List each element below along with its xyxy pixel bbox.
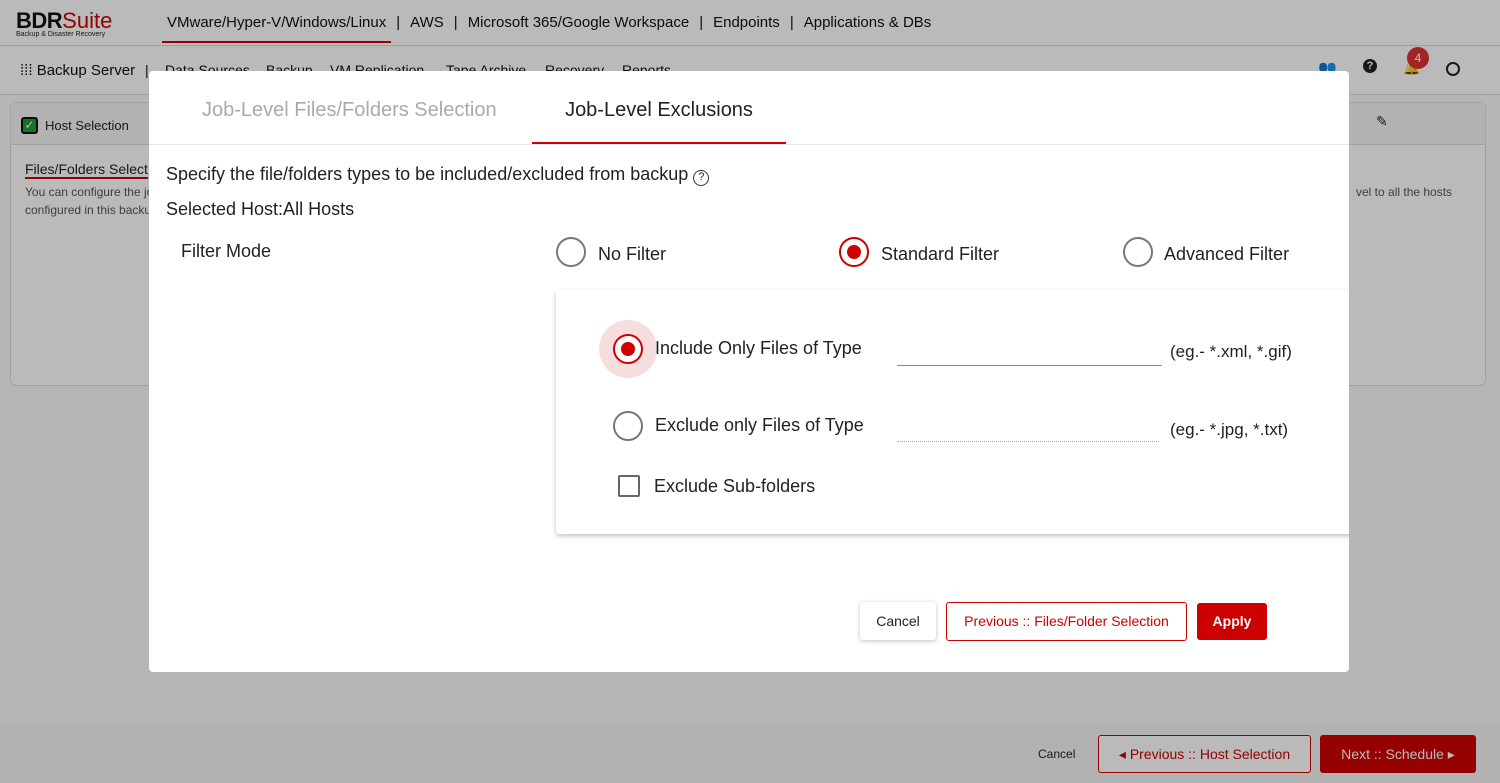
exclude-hint: (eg.- *.jpg, *.txt) (1170, 420, 1289, 439)
standard-filter-panel: Include Only Files of Type (eg.- *.xml, … (556, 290, 1349, 534)
exclusions-dialog: Job-Level Files/Folders Selection Job-Le… (149, 71, 1349, 672)
include-hint: (eg.- *.xml, *.gif) (1170, 342, 1292, 361)
advanced-filter-label[interactable]: Advanced Filter (1164, 244, 1289, 265)
help-circle-icon[interactable]: ? (693, 170, 710, 186)
apply-button[interactable]: Apply (1197, 603, 1267, 640)
cancel-button[interactable]: Cancel (860, 602, 936, 640)
exclude-files-radio[interactable] (613, 411, 643, 441)
exclude-files-label[interactable]: Exclude only Files of Type (655, 415, 864, 436)
exclude-subfolders-label[interactable]: Exclude Sub-folders (654, 476, 815, 497)
standard-filter-label[interactable]: Standard Filter (881, 244, 999, 265)
selected-host: Selected Host:All Hosts (166, 199, 355, 219)
include-files-radio[interactable] (613, 334, 643, 364)
standard-filter-radio[interactable] (839, 237, 869, 267)
include-files-label[interactable]: Include Only Files of Type (655, 338, 862, 359)
filter-mode-label: Filter Mode (181, 241, 272, 261)
exclude-types-input[interactable] (897, 416, 1159, 442)
advanced-filter-radio[interactable] (1123, 237, 1153, 267)
no-filter-radio[interactable] (556, 237, 586, 267)
tab-files-folders-selection[interactable]: Job-Level Files/Folders Selection (202, 99, 497, 122)
no-filter-label[interactable]: No Filter (598, 244, 666, 265)
tab-job-level-exclusions[interactable]: Job-Level Exclusions (532, 99, 786, 144)
previous-files-folder-button[interactable]: Previous :: Files/Folder Selection (946, 602, 1187, 641)
instruction-text: Specify the file/folders types to be inc… (166, 164, 710, 186)
include-types-input[interactable] (897, 340, 1162, 366)
exclude-subfolders-checkbox[interactable] (618, 475, 640, 497)
